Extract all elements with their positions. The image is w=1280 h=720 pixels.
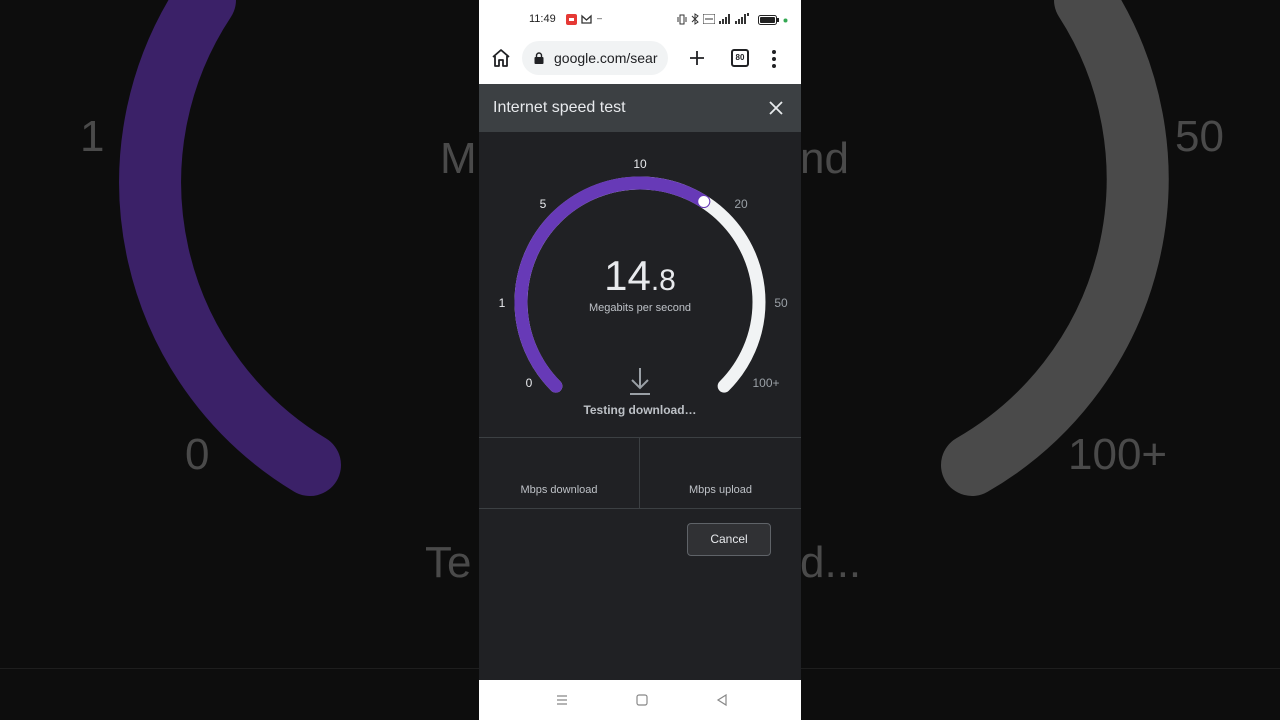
background-tick-50: 50 xyxy=(1175,112,1224,161)
speed-reading: 14.8 xyxy=(479,252,801,300)
background-partial-testing: Te xyxy=(425,538,472,587)
upload-label: Mbps upload xyxy=(689,484,752,496)
status-time: 11:49 xyxy=(529,13,556,25)
background-partial-text: M xyxy=(440,134,477,183)
speed-value-integer: 14 xyxy=(604,252,651,299)
battery-icon xyxy=(758,15,779,25)
background-right-arc xyxy=(941,0,1169,496)
url-text: google.com/sear xyxy=(554,50,658,66)
background-tick-1: 1 xyxy=(80,112,105,161)
download-arrow-icon xyxy=(630,368,650,395)
overflow-menu-icon[interactable] xyxy=(769,48,779,70)
background-divider xyxy=(0,668,480,669)
background-partial-download: d... xyxy=(800,538,862,587)
more-notifications-icon: – xyxy=(597,13,603,23)
back-nav-icon[interactable] xyxy=(714,692,730,708)
tick-label-5: 5 xyxy=(539,197,547,211)
signal-1-icon xyxy=(719,14,730,24)
tick-label-0: 0 xyxy=(525,376,533,390)
test-status-label: Testing download… xyxy=(583,403,697,417)
upload-result: Mbps upload xyxy=(640,438,801,509)
background-partial-text-right: nd xyxy=(800,134,849,183)
results-panel: Mbps download Mbps upload xyxy=(479,437,801,509)
gmail-icon xyxy=(581,14,592,24)
tick-label-20: 20 xyxy=(734,197,748,211)
background-tick-100: 100+ xyxy=(1068,430,1168,479)
new-tab-icon[interactable] xyxy=(686,47,708,69)
recent-apps-icon[interactable] xyxy=(554,692,570,708)
notification-app-icon xyxy=(566,14,577,25)
background-left-panel: 1 0 M Te xyxy=(0,0,480,720)
dialog-header: Internet speed test xyxy=(479,84,801,132)
cancel-button[interactable]: Cancel xyxy=(687,523,771,556)
speed-unit-label: Megabits per second xyxy=(588,302,692,314)
background-tick-0: 0 xyxy=(185,430,210,479)
status-bar: 11:49 – xyxy=(479,0,801,38)
download-result: Mbps download xyxy=(479,438,640,509)
home-icon[interactable] xyxy=(490,47,512,69)
tick-label-100: 100+ xyxy=(752,376,780,390)
bluetooth-icon xyxy=(691,13,699,25)
download-label: Mbps download xyxy=(520,484,598,496)
system-nav-bar xyxy=(479,680,801,720)
signal-2-icon xyxy=(735,13,749,24)
home-nav-icon[interactable] xyxy=(634,692,650,708)
close-icon[interactable] xyxy=(767,99,785,117)
charging-dot-icon xyxy=(783,18,788,23)
background-left-arc xyxy=(119,0,341,496)
volte-icon xyxy=(703,14,715,24)
lock-icon xyxy=(534,52,544,64)
gauge-knob xyxy=(697,195,711,209)
speed-value-decimal: .8 xyxy=(650,264,676,297)
address-bar[interactable]: google.com/sear xyxy=(522,41,668,75)
background-divider-right xyxy=(800,668,1280,669)
browser-toolbar: google.com/sear 80 xyxy=(479,38,801,84)
tab-switcher-button[interactable]: 80 xyxy=(731,49,749,67)
dialog-title: Internet speed test xyxy=(493,99,626,116)
background-right-panel: 50 100+ nd d... xyxy=(800,0,1280,720)
speed-gauge: 0 1 5 10 20 50 100+ 14.8 Megabits per se… xyxy=(479,132,801,438)
phone-screen: 11:49 – google.com/sear 80 Internet spee… xyxy=(479,0,801,720)
vibrate-icon xyxy=(677,14,687,25)
tick-label-10: 10 xyxy=(633,157,647,171)
